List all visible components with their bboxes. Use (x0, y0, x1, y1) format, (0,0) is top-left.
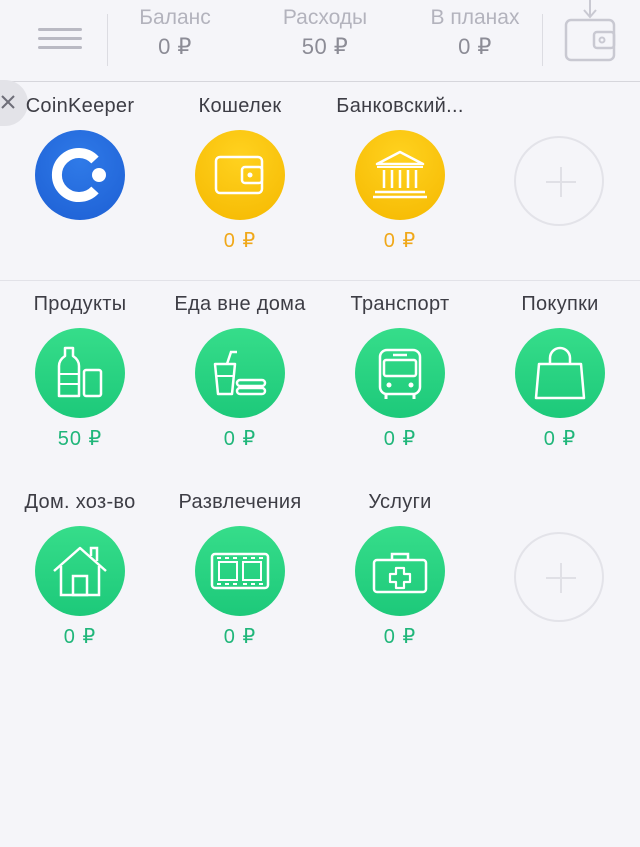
add-account-button[interactable] (514, 136, 604, 226)
section-divider (0, 280, 640, 281)
balance-value: 0 ₽ (158, 34, 192, 59)
coinkeeper-logo-icon (35, 130, 125, 220)
expenses-label: Расходы (282, 6, 368, 29)
fastfood-icon (195, 328, 285, 418)
add-category-button[interactable] (514, 532, 604, 622)
house-icon (35, 526, 125, 616)
expense-category-eating-out[interactable]: Еда вне дома 0 ₽ (160, 290, 320, 460)
planned-value: 0 ₽ (458, 34, 492, 59)
planned-label: В планах (430, 6, 520, 29)
category-amount: 0 ₽ (383, 626, 417, 648)
expense-category-shopping[interactable]: Покупки 0 ₽ (480, 290, 640, 460)
expense-category-transport[interactable]: Транспорт 0 ₽ (320, 290, 480, 460)
medkit-icon (355, 526, 445, 616)
category-name: Транспорт (350, 293, 450, 315)
category-name: Еда вне дома (174, 293, 306, 315)
account-bank[interactable]: Банковский... 0 ₽ (320, 92, 480, 262)
account-name: Банковский... (336, 95, 464, 117)
account-amount: 0 ₽ (383, 230, 417, 252)
film-icon (195, 526, 285, 616)
category-amount: 0 ₽ (63, 626, 97, 648)
bank-icon (355, 130, 445, 220)
category-name: Продукты (33, 293, 127, 315)
category-amount: 0 ₽ (383, 428, 417, 450)
category-name: Развлечения (178, 491, 302, 513)
menu-icon-line (38, 28, 82, 31)
account-wallet[interactable]: Кошелек 0 ₽ (160, 92, 320, 262)
account-coinkeeper[interactable]: CoinKeeper (0, 92, 160, 262)
category-amount: 0 ₽ (223, 428, 257, 450)
account-name: Кошелек (198, 95, 282, 117)
expenses-value: 50 ₽ (301, 34, 349, 59)
menu-button[interactable] (36, 24, 84, 54)
category-name: Покупки (521, 293, 599, 315)
category-name: Дом. хоз-во (24, 491, 136, 513)
divider (542, 14, 543, 66)
wallet-icon (195, 130, 285, 220)
menu-icon-line (38, 37, 82, 40)
account-name: CoinKeeper (25, 95, 135, 117)
expense-category-household[interactable]: Дом. хоз-во 0 ₽ (0, 488, 160, 658)
top-bar: Баланс 0 ₽ Расходы 50 ₽ В планах 0 ₽ (0, 0, 640, 82)
menu-icon-line (38, 46, 82, 49)
balance-summary[interactable]: Баланс 0 ₽ (105, 4, 245, 62)
category-amount: 0 ₽ (543, 428, 577, 450)
expenses-summary[interactable]: Расходы 50 ₽ (255, 4, 395, 62)
planned-summary[interactable]: В планах 0 ₽ (405, 4, 545, 62)
wallet-download-icon (564, 0, 616, 62)
shopping-bag-icon (515, 328, 605, 418)
balance-label: Баланс (139, 6, 211, 29)
expense-category-entertainment[interactable]: Развлечения 0 ₽ (160, 488, 320, 658)
category-name: Услуги (368, 491, 432, 513)
expense-category-services[interactable]: Услуги 0 ₽ (320, 488, 480, 658)
category-amount: 0 ₽ (223, 626, 257, 648)
account-amount: 0 ₽ (223, 230, 257, 252)
bottle-glass-icon (35, 328, 125, 418)
bus-icon (355, 328, 445, 418)
expense-category-products[interactable]: Продукты 50 ₽ (0, 290, 160, 460)
wallet-button[interactable] (560, 0, 624, 70)
category-amount: 50 ₽ (57, 428, 103, 450)
